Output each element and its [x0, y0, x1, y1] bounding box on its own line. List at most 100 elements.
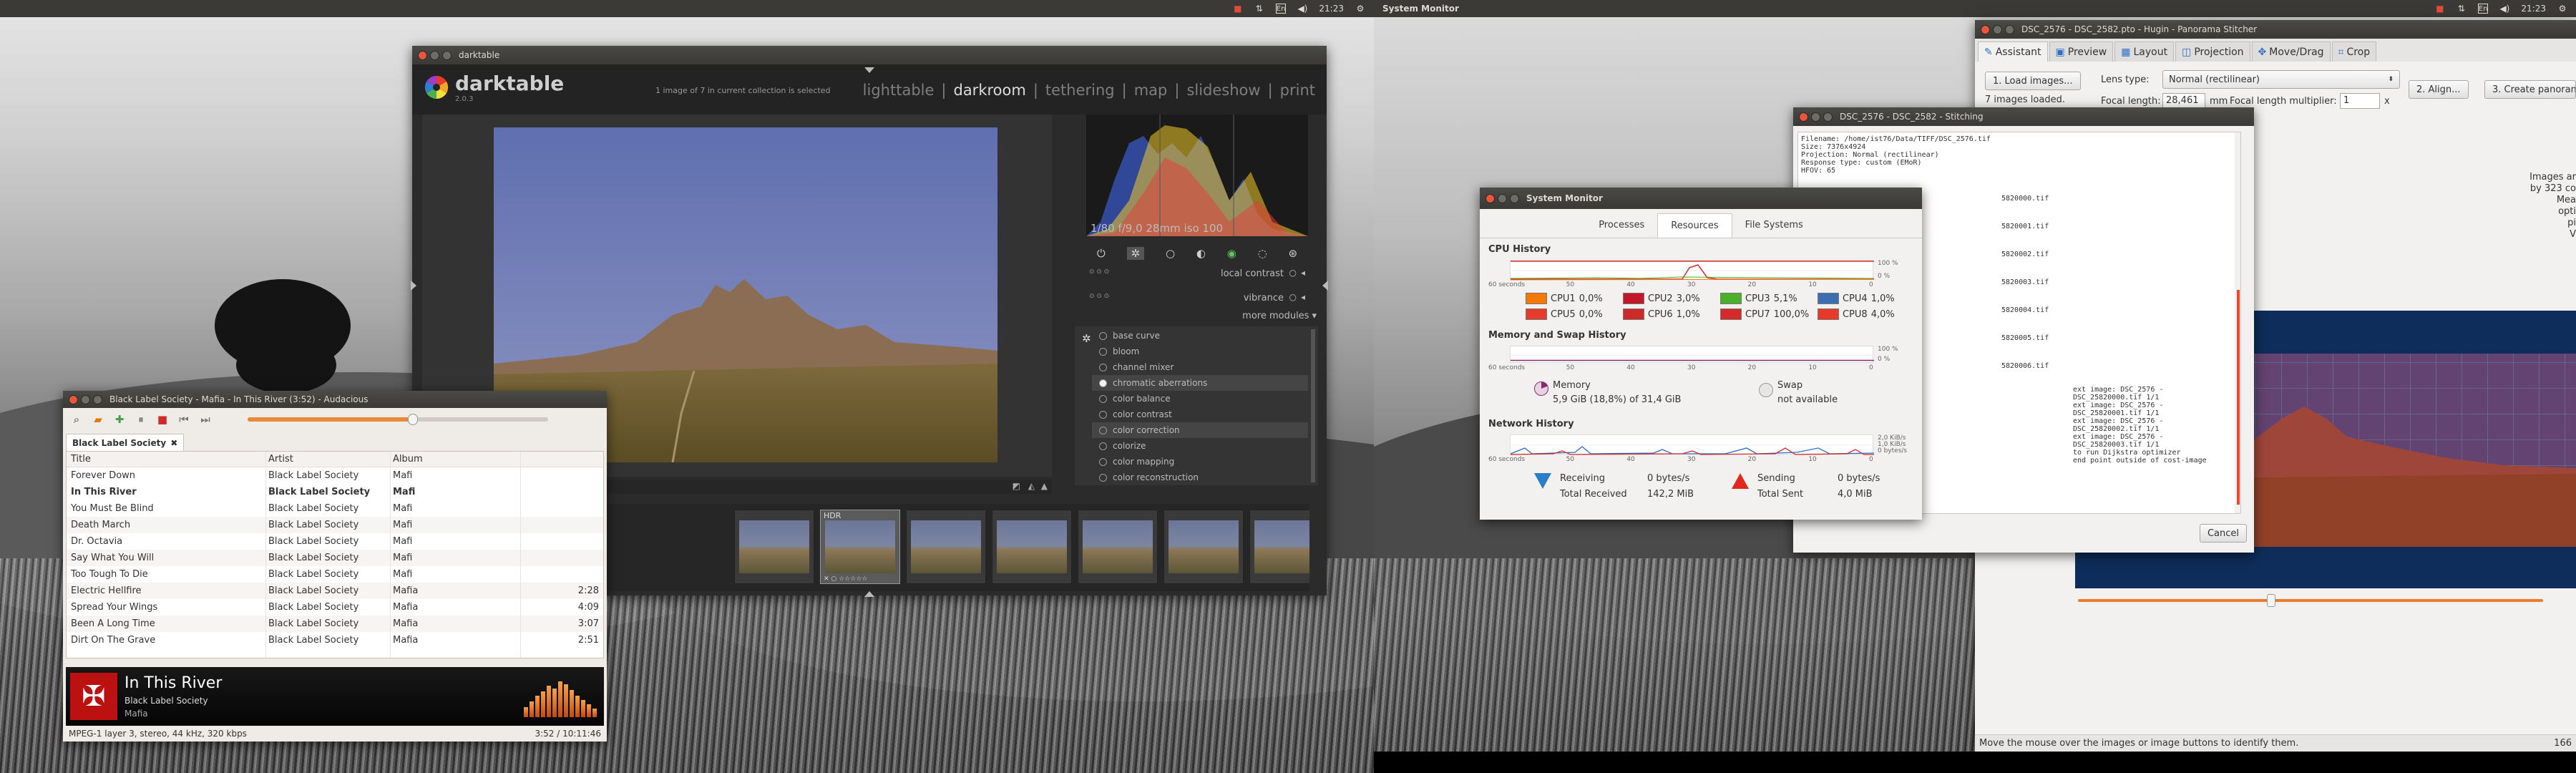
cpu-legend-item[interactable]: CPU2 3,0% [1623, 293, 1700, 304]
playlist-row[interactable]: You Must Be Blind Black Label Society Mafi [67, 500, 603, 517]
more-modules-toggle[interactable]: more modules ▾ [1242, 311, 1317, 321]
module-item[interactable]: color correction [1092, 422, 1308, 438]
keyboard-icon[interactable]: En [1275, 4, 1287, 14]
close-button[interactable] [1799, 112, 1808, 122]
slider-arrow-icon[interactable]: ◂ [1301, 268, 1305, 278]
playlist-row[interactable]: Dr. Octavia Black Label Society Mafi [67, 533, 603, 550]
filmstrip-thumbnail[interactable] [1078, 510, 1158, 584]
maximize-button[interactable] [93, 394, 102, 404]
maximize-button[interactable] [2005, 24, 2014, 34]
view-lighttable[interactable]: lighttable [863, 82, 935, 99]
tab-processes[interactable]: Processes [1586, 213, 1657, 238]
minimize-button[interactable] [1811, 112, 1820, 122]
basic-group-icon[interactable]: ○ [1166, 247, 1175, 260]
mail-icon[interactable]: ■ [1233, 4, 1243, 14]
close-button[interactable] [69, 394, 78, 404]
gear-icon[interactable]: ⚙ [1355, 4, 1365, 14]
cpu-legend-item[interactable]: CPU7 100,0% [1720, 308, 1809, 320]
filmstrip-thumbnail[interactable]: HDR ✕ ○ ☆☆☆☆☆ [820, 510, 900, 584]
preview-slider[interactable] [2075, 588, 2576, 613]
color-swatch[interactable] [1818, 293, 1839, 304]
stitching-titlebar[interactable]: DSC_2576 - DSC_2582 - Stitching [1793, 107, 2254, 126]
minimize-button[interactable] [430, 50, 439, 60]
pause-icon[interactable]: ⏸ [133, 412, 149, 427]
module-item[interactable]: base curve [1092, 328, 1308, 344]
network-icon[interactable]: ⇅ [2457, 4, 2467, 14]
cpu-legend-item[interactable]: CPU8 4,0% [1818, 308, 1895, 320]
module-power-icon[interactable] [1099, 473, 1107, 482]
color-swatch[interactable] [1526, 308, 1547, 320]
focal-length-input[interactable]: 28,461 [2162, 93, 2205, 109]
tab-move-drag[interactable]: ✥ Move/Drag [2251, 42, 2331, 62]
multiplier-input[interactable]: 1 [2340, 93, 2380, 109]
module-power-icon[interactable] [1099, 394, 1107, 403]
filmstrip-thumbnail[interactable] [992, 510, 1072, 584]
rating-stars-icon[interactable]: ✕ ○ ☆☆☆☆☆ [824, 575, 867, 583]
next-icon[interactable]: ⏭ [197, 412, 213, 427]
playlist-tab[interactable]: Black Label Society ✖ [66, 434, 185, 451]
tab-assistant[interactable]: ✎ Assistant [1978, 42, 2048, 62]
view-darkroom[interactable]: darkroom [953, 82, 1025, 99]
stop-icon[interactable]: ■ [155, 412, 170, 427]
module-item[interactable]: colorize [1092, 438, 1308, 454]
minimize-button[interactable] [1993, 24, 2002, 34]
column-artist[interactable]: Artist [268, 454, 293, 465]
module-item[interactable]: color reconstruction [1092, 470, 1308, 485]
module-item[interactable]: channel mixer [1092, 359, 1308, 375]
maximize-button[interactable] [1823, 112, 1833, 122]
slider-vibrance[interactable]: ⊙ ⊙ ⊙ vibrance ○ ◂ [1086, 291, 1308, 306]
star-icon[interactable]: ✲ [1082, 332, 1091, 345]
module-item[interactable]: chromatic aberrations [1092, 375, 1308, 391]
gear-icon[interactable]: ⚙ [2557, 4, 2567, 14]
playlist-row[interactable]: In This River Black Label Society Mafi [67, 484, 603, 500]
close-button[interactable] [1981, 24, 1990, 34]
playlist-row[interactable]: Death March Black Label Society Mafi [67, 517, 603, 533]
view-tethering[interactable]: tethering [1045, 82, 1115, 99]
volume-icon[interactable]: ◀) [2499, 4, 2509, 14]
cancel-button[interactable]: Cancel [2199, 524, 2247, 543]
module-buttons-icon[interactable]: ⊙ ⊙ ⊙ [1089, 293, 1109, 300]
darktable-titlebar[interactable]: darktable [412, 46, 1327, 64]
overexposed-icon[interactable]: ◩ [1013, 481, 1020, 491]
playlist-row[interactable]: Too Tough To Die Black Label Society Mafi [67, 566, 603, 583]
module-power-icon[interactable] [1099, 331, 1107, 340]
filmstrip-thumbnail[interactable] [1249, 510, 1309, 584]
module-power-icon[interactable] [1099, 347, 1107, 356]
favorites-icon[interactable]: ✲ [1126, 247, 1145, 260]
module-item[interactable]: color balance [1092, 391, 1308, 407]
histogram[interactable]: 1/80 f/9,0 28mm iso 100 [1086, 115, 1308, 236]
view-print[interactable]: print [1280, 82, 1315, 99]
filmstrip-thumbnail[interactable] [734, 510, 814, 584]
slider-arrow-icon[interactable]: ◂ [1301, 292, 1305, 302]
raw-overexposed-icon[interactable]: ◭ [1028, 481, 1035, 491]
maximize-button[interactable] [442, 50, 452, 60]
color-swatch[interactable] [1818, 308, 1839, 320]
module-item[interactable]: bloom [1092, 344, 1308, 359]
close-tab-icon[interactable]: ✖ [170, 438, 177, 448]
playlist-row[interactable]: Been A Long Time Black Label Society Mafia… [67, 616, 603, 632]
correct-group-icon[interactable]: ◌ [1258, 247, 1267, 260]
minimize-button[interactable] [1498, 193, 1507, 203]
filmstrip-thumbnail[interactable] [906, 510, 986, 584]
tab-preview[interactable]: ▣ Preview [2049, 42, 2114, 62]
module-list-scrollbar[interactable] [1311, 329, 1315, 482]
tab-layout[interactable]: ▦ Layout [2114, 42, 2175, 62]
softproof-icon[interactable]: ▲ [1041, 481, 1048, 491]
open-folder-icon[interactable]: ▰ [90, 412, 106, 427]
playlist-row[interactable]: Electric Hellfire Black Label Society Mafi… [67, 583, 603, 599]
lens-type-select[interactable]: Normal (rectilinear) ⬍ [2162, 70, 2400, 89]
tab-file-systems[interactable]: File Systems [1732, 213, 1816, 238]
slider-handle[interactable] [2267, 594, 2275, 607]
filmstrip-thumbnail[interactable] [1163, 510, 1244, 584]
log-scrollbar[interactable] [2235, 132, 2240, 513]
minimize-button[interactable] [81, 394, 90, 404]
cpu-legend-item[interactable]: CPU4 1,0% [1818, 293, 1895, 304]
playlist-row[interactable]: Dirt On The Grave Black Label Society Mafi… [67, 632, 603, 648]
color-swatch[interactable] [1526, 293, 1547, 304]
cpu-legend-item[interactable]: CPU1 0,0% [1526, 293, 1603, 304]
effect-group-icon[interactable]: ⊛ [1289, 247, 1298, 260]
playlist-row[interactable]: Spread Your Wings Black Label Society Mafi… [67, 599, 603, 616]
playlist-row[interactable]: Say What You Will Black Label Society Mafi [67, 550, 603, 566]
view-map[interactable]: map [1134, 82, 1168, 99]
color-swatch[interactable] [1623, 308, 1644, 320]
